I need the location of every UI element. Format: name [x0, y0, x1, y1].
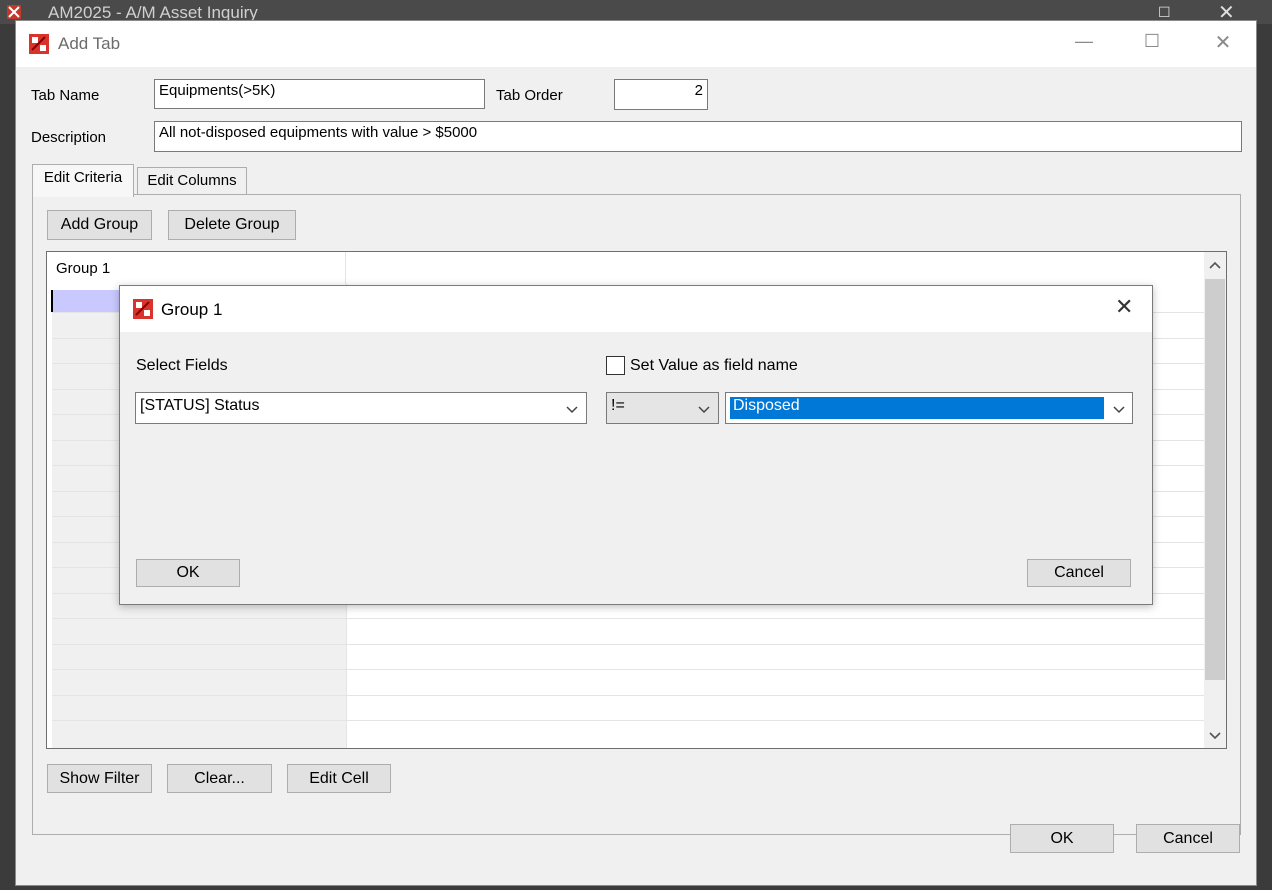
add-tab-titlebar: Add Tab — ☐ ✕	[16, 21, 1256, 67]
operator-select[interactable]: !=	[606, 392, 719, 424]
description-label: Description	[31, 129, 107, 146]
group-dialog-title: Group 1	[161, 300, 223, 319]
minimize-icon[interactable]: —	[1064, 31, 1104, 52]
scroll-up-icon[interactable]	[1208, 258, 1222, 272]
cancel-button[interactable]: Cancel	[1136, 824, 1240, 853]
grid-row-line	[52, 644, 1204, 645]
group-header: Group 1	[56, 260, 111, 277]
ok-button[interactable]: OK	[1010, 824, 1114, 853]
chevron-down-icon	[1113, 406, 1125, 414]
value-select[interactable]: Disposed	[725, 392, 1133, 424]
group-dialog-titlebar: Group 1 ✕	[120, 286, 1152, 332]
chevron-down-icon	[698, 406, 710, 414]
set-value-checkbox-label: Set Value as field name	[630, 357, 798, 374]
tab-edit-criteria[interactable]: Edit Criteria	[32, 164, 134, 197]
set-value-checkbox[interactable]	[606, 356, 625, 375]
show-filter-button[interactable]: Show Filter	[47, 764, 152, 793]
chevron-down-icon	[566, 406, 578, 414]
select-fields-label: Select Fields	[136, 357, 228, 374]
tab-order-input[interactable]: 2	[614, 79, 708, 110]
add-tab-title: Add Tab	[58, 34, 121, 53]
delete-group-button[interactable]: Delete Group	[168, 210, 296, 240]
close-icon[interactable]: ✕	[1203, 30, 1243, 55]
app-logo-icon	[133, 299, 153, 319]
tab-edit-columns[interactable]: Edit Columns	[137, 167, 247, 197]
scrollbar-thumb[interactable]	[1205, 279, 1225, 680]
group-dialog: Group 1 ✕ Select Fields Set Value as fie…	[119, 285, 1153, 605]
group-dialog-ok-button[interactable]: OK	[136, 559, 240, 587]
app-logo-icon	[7, 5, 21, 19]
clear-button[interactable]: Clear...	[167, 764, 272, 793]
grid-header-cell: Group 1	[47, 252, 346, 284]
app-logo-icon	[29, 34, 49, 54]
field-select-value: [STATUS] Status	[140, 397, 260, 414]
add-group-button[interactable]: Add Group	[47, 210, 152, 240]
tab-order-label: Tab Order	[496, 87, 563, 104]
operator-select-value: !=	[611, 397, 625, 414]
background-maximize-icon[interactable]: ☐	[1158, 4, 1171, 21]
grid-row-line	[52, 618, 1204, 619]
maximize-icon[interactable]: ☐	[1132, 31, 1172, 52]
grid-row-line	[52, 720, 1204, 721]
group-dialog-close-icon[interactable]: ✕	[1115, 294, 1133, 320]
grid-vertical-scrollbar[interactable]	[1204, 252, 1226, 748]
edit-cell-button[interactable]: Edit Cell	[287, 764, 391, 793]
scroll-down-icon[interactable]	[1208, 729, 1222, 743]
grid-row-line	[52, 695, 1204, 696]
grid-text-cursor	[51, 290, 53, 312]
tab-name-label: Tab Name	[31, 87, 100, 104]
field-select[interactable]: [STATUS] Status	[135, 392, 587, 424]
description-input[interactable]: All not-disposed equipments with value >…	[154, 121, 1242, 152]
group-dialog-cancel-button[interactable]: Cancel	[1027, 559, 1131, 587]
value-select-value: Disposed	[733, 397, 800, 414]
grid-row-line	[52, 669, 1204, 670]
tab-name-input[interactable]: Equipments(>5K)	[154, 79, 485, 109]
grid-active-cell[interactable]	[52, 290, 122, 312]
